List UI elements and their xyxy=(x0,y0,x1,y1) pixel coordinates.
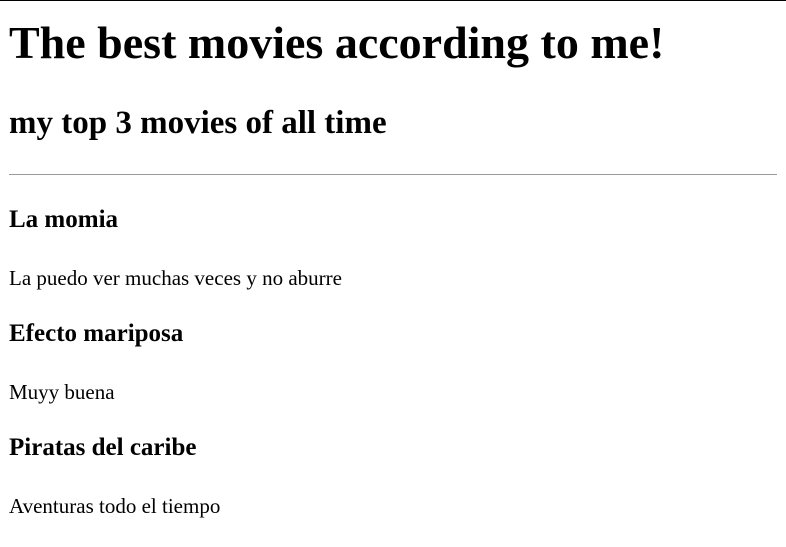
page-title: The best movies according to me! xyxy=(9,17,665,68)
divider xyxy=(9,174,777,175)
movie-description-efecto-mariposa: Muyy buena xyxy=(9,380,115,404)
movie-description-piratas-del-caribe: Aventuras todo el tiempo xyxy=(9,494,221,518)
page-subtitle: my top 3 movies of all time xyxy=(9,105,387,141)
movie-title-efecto-mariposa: Efecto mariposa xyxy=(9,320,184,347)
movie-list: La momia La puedo ver muchas veces y no … xyxy=(9,205,777,519)
movie-description-la-momia: La puedo ver muchas veces y no aburre xyxy=(9,266,342,290)
movie-title-la-momia: La momia xyxy=(9,206,119,233)
movie-title-piratas-del-caribe: Piratas del caribe xyxy=(9,434,197,461)
